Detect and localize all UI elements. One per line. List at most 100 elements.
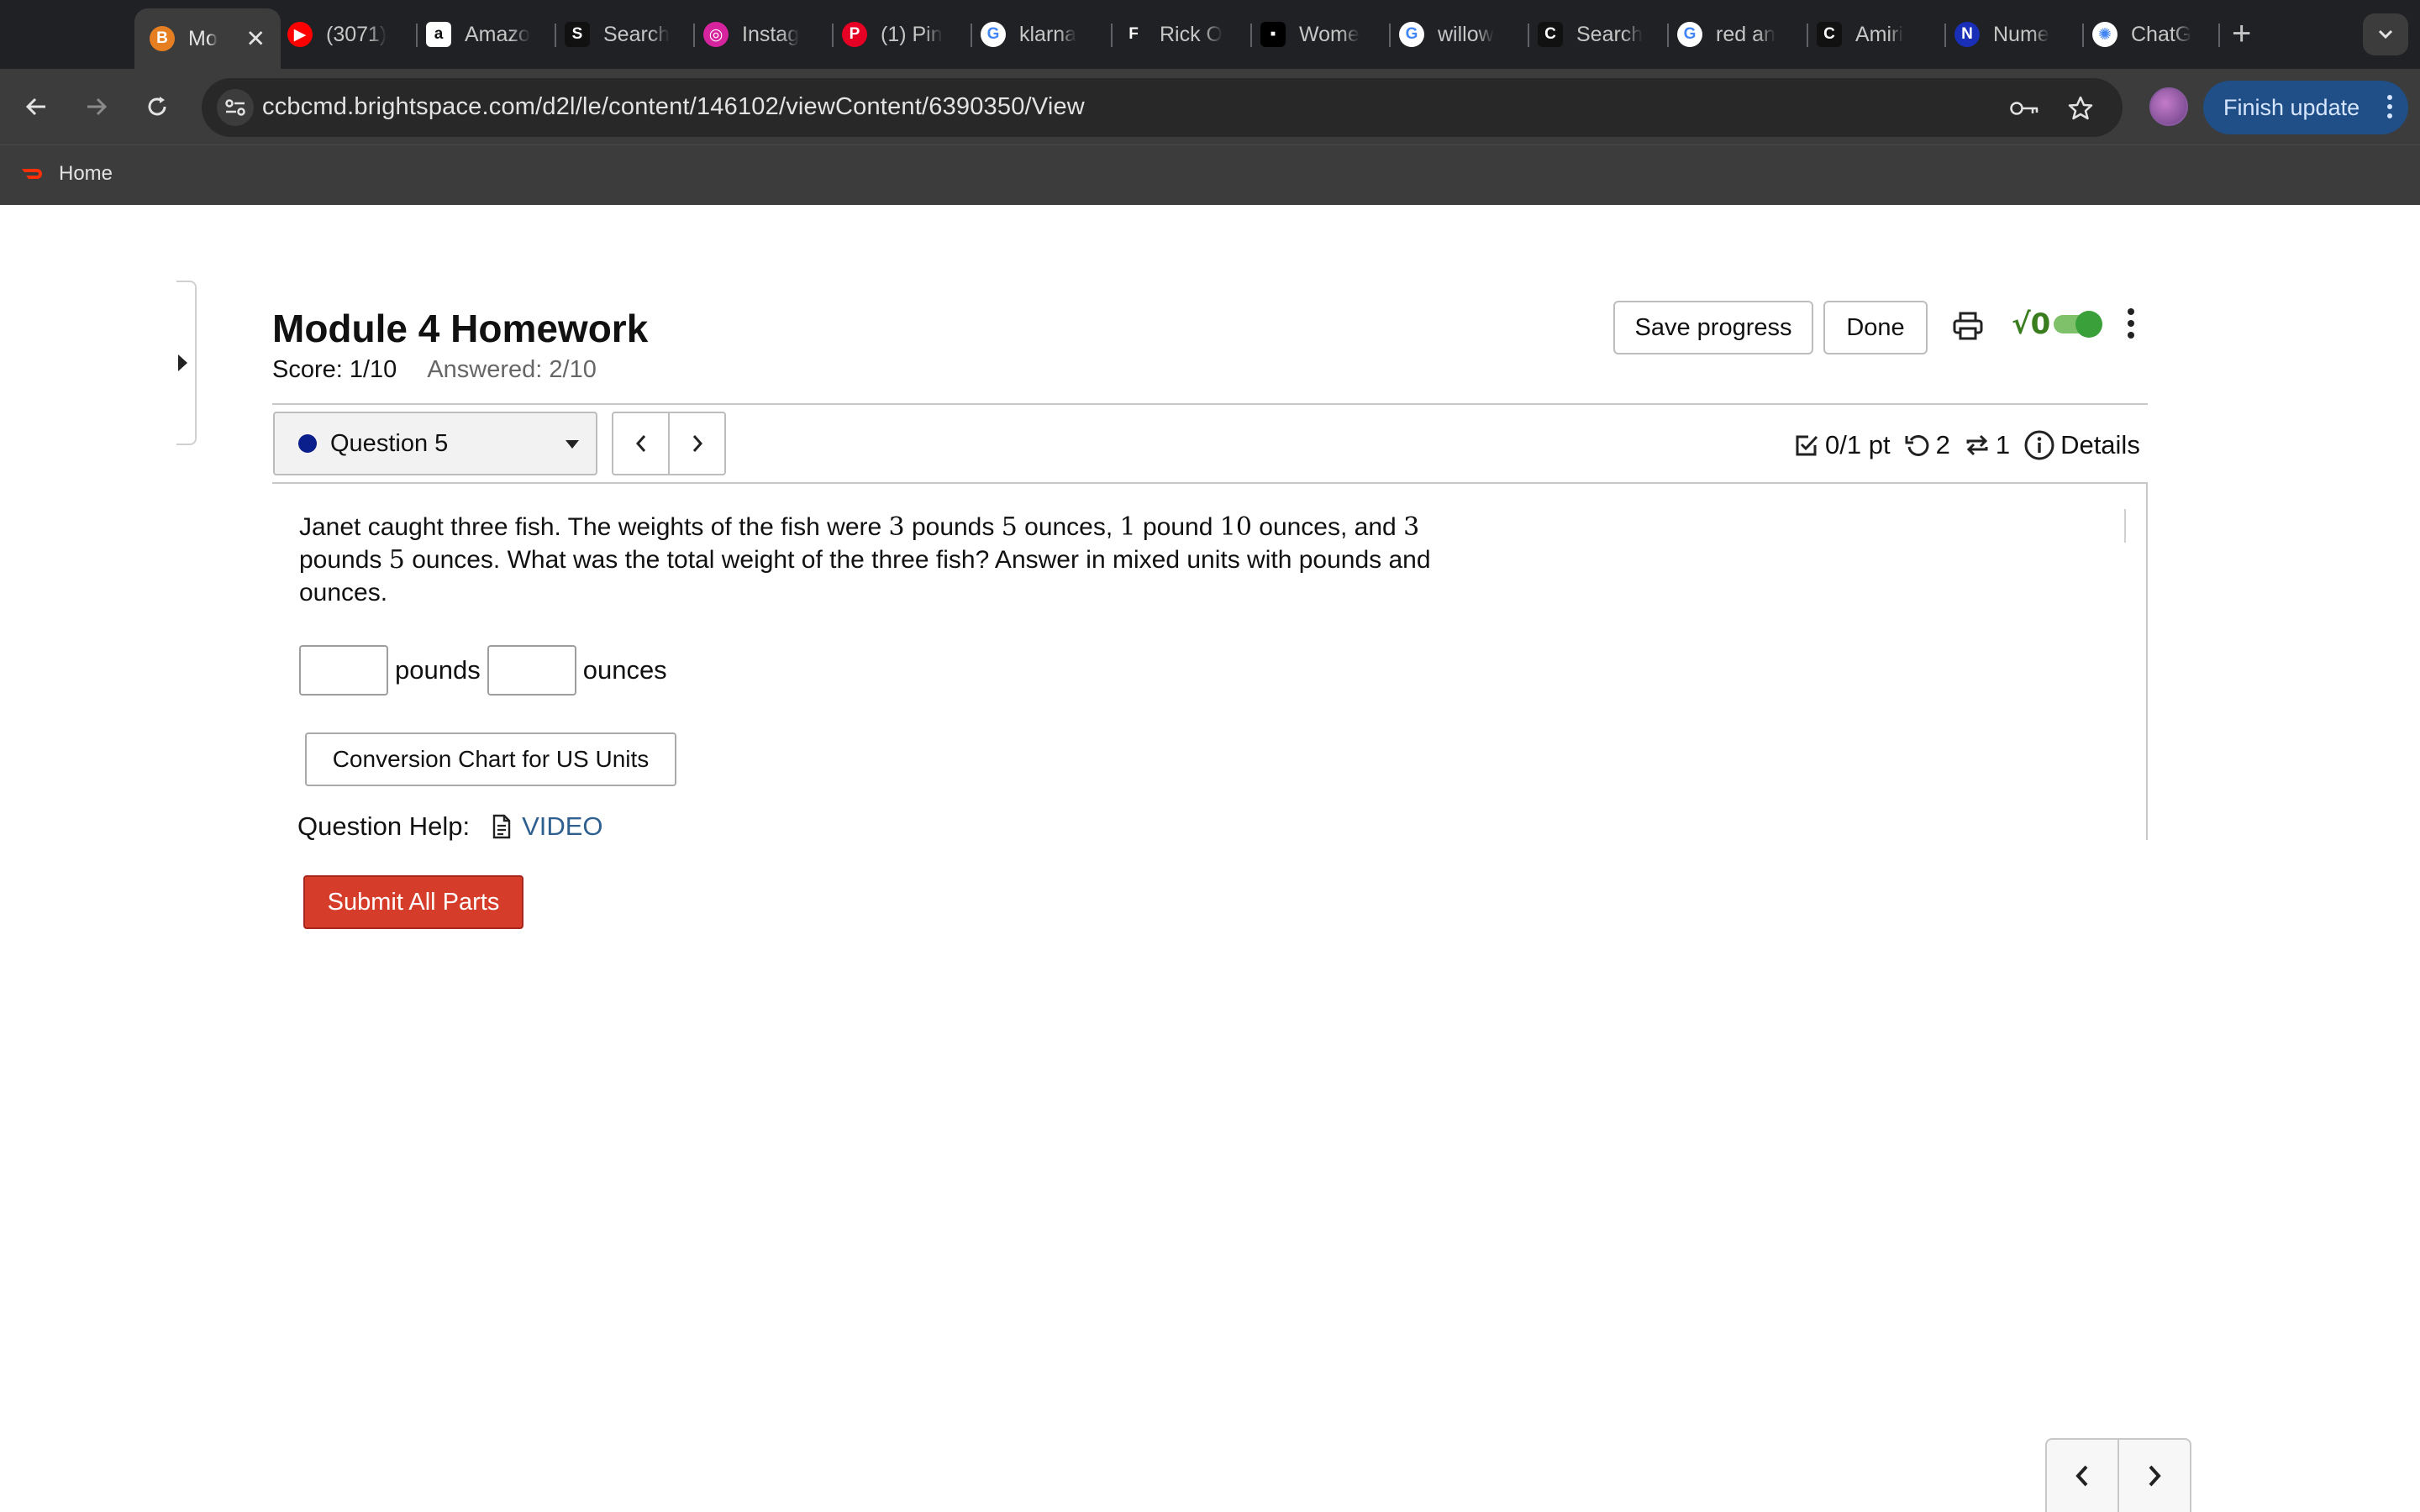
- next-question-button[interactable]: [668, 413, 724, 474]
- tab-separator: [2218, 24, 2220, 47]
- tab-title: Mo: [188, 26, 218, 50]
- back-button[interactable]: [17, 87, 55, 126]
- tab-separator: [2082, 24, 2084, 47]
- reload-icon: [148, 97, 166, 116]
- browser-tab[interactable]: ✺ ChatG: [2092, 12, 2210, 57]
- question-selector-label: Question 5: [330, 429, 449, 457]
- browser-tab[interactable]: ▪ Wome: [1260, 12, 1378, 57]
- tab-separator: [1111, 24, 1113, 47]
- answered-text: Answered: 2/10: [427, 356, 597, 383]
- question-text: Janet caught three fish. The weights of …: [299, 511, 1476, 609]
- more-options-icon[interactable]: [2123, 306, 2139, 343]
- address-bar[interactable]: ccbcmd.brightspace.com/d2l/le/content/14…: [202, 78, 2123, 137]
- attempts-count: 1: [1995, 430, 2011, 459]
- browser-tab[interactable]: a Amazo: [426, 12, 544, 57]
- browser-tab[interactable]: S Search: [565, 12, 682, 57]
- bookmark-star-icon[interactable]: [2064, 92, 2097, 125]
- browser-tab[interactable]: C Search: [1538, 12, 1655, 57]
- question-text-part: pounds: [904, 513, 1002, 541]
- browser-tab[interactable]: ▶ (3071): [287, 12, 405, 57]
- conversion-chart-button[interactable]: Conversion Chart for US Units: [305, 732, 676, 786]
- tab-title: red an: [1716, 22, 1776, 46]
- sidebar-toggle[interactable]: [176, 281, 197, 445]
- math-value: 5: [388, 545, 405, 575]
- browser-tab[interactable]: Gred an: [1677, 12, 1795, 57]
- video-link-label: VIDEO: [522, 811, 603, 841]
- page-title: Module 4 Homework: [272, 307, 649, 350]
- chevron-down-icon: [2378, 29, 2393, 39]
- finish-update-button[interactable]: Finish update: [2203, 81, 2408, 134]
- next-page-button[interactable]: [2118, 1440, 2190, 1512]
- submit-all-parts-button[interactable]: Submit All Parts: [303, 875, 523, 929]
- toggle-switch: [2054, 311, 2103, 338]
- document-icon: [492, 814, 511, 839]
- browser-tab[interactable]: Gklarna: [981, 12, 1098, 57]
- sqrt-label: √0: [2012, 307, 2051, 341]
- tab-separator: [832, 24, 834, 47]
- reload-button[interactable]: [138, 87, 176, 126]
- tab-title: Amiri: [1855, 22, 1903, 46]
- tab-separator: [555, 24, 556, 47]
- pounds-input[interactable]: [299, 645, 388, 696]
- score-line: Score: 1/10 Answered: 2/10: [272, 356, 597, 384]
- browser-tab[interactable]: C Amiri: [1817, 12, 1934, 57]
- pinterest-icon: P: [842, 22, 867, 47]
- question-nav: [612, 412, 726, 475]
- google-icon: G: [1399, 22, 1424, 47]
- brightspace-icon: B: [150, 26, 175, 51]
- profile-avatar[interactable]: [2149, 87, 2188, 126]
- question-help-label: Question Help:: [297, 811, 471, 841]
- forward-button[interactable]: [77, 87, 116, 126]
- url-text[interactable]: ccbcmd.brightspace.com/d2l/le/content/14…: [262, 93, 1085, 121]
- question-selector[interactable]: Question 5: [273, 412, 597, 475]
- print-icon[interactable]: [1949, 306, 1986, 346]
- details-button[interactable]: Details: [2023, 429, 2140, 461]
- browser-tab[interactable]: B Mo ✕: [134, 8, 281, 69]
- done-button[interactable]: Done: [1823, 301, 1928, 354]
- browser-tab[interactable]: F Rick O: [1121, 12, 1239, 57]
- previous-page-button[interactable]: [2047, 1440, 2118, 1512]
- scrollbar[interactable]: [2124, 509, 2126, 543]
- chevron-right-icon: [692, 435, 702, 452]
- browser-tab[interactable]: ◎ Instag: [703, 12, 821, 57]
- tab-title: Search: [603, 22, 671, 46]
- c-icon: C: [1817, 22, 1842, 47]
- close-tab-icon[interactable]: ✕: [246, 25, 266, 53]
- question-text-part: pound: [1135, 513, 1220, 541]
- site-info-icon[interactable]: [217, 89, 254, 126]
- tab-separator: [1389, 24, 1391, 47]
- video-link[interactable]: VIDEO: [492, 811, 603, 842]
- browser-tab[interactable]: P (1) Pin: [842, 12, 960, 57]
- checkbox-icon: [1796, 435, 1818, 456]
- tab-title: Instag: [742, 22, 800, 46]
- previous-question-button[interactable]: [613, 413, 668, 474]
- bookmark-home[interactable]: Home: [20, 162, 113, 186]
- question-text-part: Janet caught three fish. The weights of …: [299, 513, 889, 541]
- tab-search-button[interactable]: [2363, 13, 2408, 55]
- amazon-icon: a: [426, 22, 451, 47]
- tab-title: willow: [1438, 22, 1494, 46]
- tab-separator: [1807, 24, 1808, 47]
- save-progress-button[interactable]: Save progress: [1613, 301, 1813, 354]
- browser-tab[interactable]: N Nume: [1954, 12, 2072, 57]
- tab-title: (1) Pin: [881, 22, 943, 46]
- google-icon: G: [981, 22, 1006, 47]
- password-key-icon[interactable]: [2008, 92, 2042, 125]
- question-help: Question Help: VIDEO: [297, 811, 603, 842]
- question-text-part: pounds: [299, 546, 389, 574]
- math-input-toggle[interactable]: √0: [2012, 307, 2103, 341]
- divider: [272, 403, 2148, 405]
- tab-title: Amazo: [465, 22, 530, 46]
- question-meta: 0/1 pt 2 1 Details: [1793, 427, 2140, 464]
- chevron-right-icon: [2149, 1465, 2161, 1487]
- new-tab-button[interactable]: +: [2232, 15, 2251, 52]
- ounces-input[interactable]: [487, 645, 576, 696]
- math-value: 3: [888, 512, 905, 542]
- bookmarks-bar: Home: [0, 144, 2420, 205]
- info-icon: [2024, 430, 2054, 460]
- back-arrow-icon: [25, 97, 45, 116]
- tab-title: klarna: [1019, 22, 1077, 46]
- browser-tab[interactable]: Gwillow: [1399, 12, 1517, 57]
- browser-toolbar: ccbcmd.brightspace.com/d2l/le/content/14…: [0, 69, 2420, 144]
- math-value: 10: [1219, 512, 1252, 542]
